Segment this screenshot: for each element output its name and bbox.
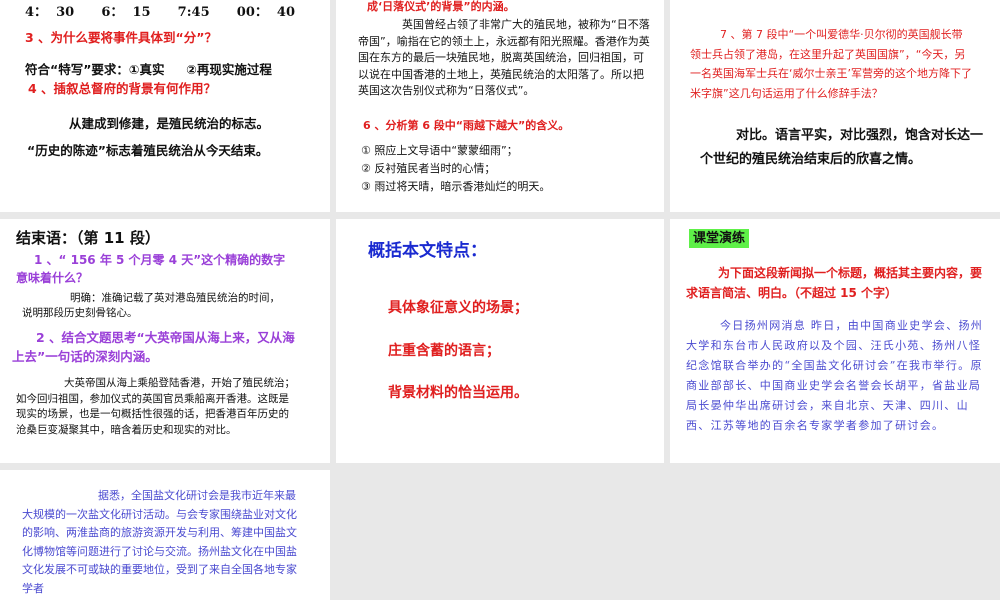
slide-title: 结束语：（第 11 段）: [16, 229, 160, 247]
question-7: 7 、第 7 段中“一个叫爱德华·贝尔彻的英国舰长带领士兵占领了港岛，在这里升起…: [690, 28, 972, 100]
feature-point: 背景材料的恰当运用。: [388, 385, 528, 401]
slide-title: 概括本文特点：: [368, 241, 487, 261]
question-6: 6 、分析第 6 段中“雨越下越大”的含义。: [363, 119, 570, 132]
question-tail: 成‘日落仪式’的背景”的内涵。: [367, 0, 515, 13]
question-4: 4 、插叙总督府的背景有何作用？: [28, 81, 217, 96]
answer-7: 对比。语言平实，对比强烈，饱含对长达一个世纪的殖民统治结束后的欣喜之情。: [700, 128, 984, 167]
answer-6-item: ③ 雨过将天晴，暗示香港灿烂的明天。: [361, 180, 551, 193]
answer-2: 大英帝国从海上乘船登陆香港，开始了殖民统治；如今回归祖国，参加仪式的英国官员乘船…: [16, 377, 295, 436]
slide-thumbnail-5[interactable]: 概括本文特点： 具体象征意义的场景； 庄重含蓄的语言； 背景材料的恰当运用。: [336, 219, 664, 463]
answer-3: 符合“特写”要求：①真实 ②再现实施过程: [25, 62, 272, 77]
question-3: 3 、为什么要将事件具体到“分”？: [25, 30, 217, 45]
news-paragraph: 今日扬州网消息 昨日，由中国商业史学会、扬州大学和东台市人民政府以及个园、汪氏小…: [686, 319, 984, 432]
answer-6-item: ① 照应上文导语中“蒙蒙细雨”；: [361, 144, 518, 157]
slide-thumbnail-2[interactable]: 成‘日落仪式’的背景”的内涵。 英国曾经占领了非常广大的殖民地，被称为“日不落帝…: [336, 0, 664, 212]
feature-point: 具体象征意义的场景；: [388, 300, 528, 316]
slide-thumbnail-6[interactable]: 课堂演练 为下面这段新闻拟一个标题，概括其主要内容，要求语言简洁、明白。（不超过…: [670, 219, 1000, 463]
slide-thumbnail-7[interactable]: 据悉，全国盐文化研讨会是我市近年来最大规模的一次盐文化研讨活动。与会专家围绕盐业…: [0, 470, 330, 600]
answer-6-item: ② 反衬殖民者当时的心情；: [361, 162, 496, 175]
slide-thumbnail-1[interactable]: 4： 30 6： 15 7:45 00： 40 3 、为什么要将事件具体到“分”…: [0, 0, 330, 212]
feature-point: 庄重含蓄的语言；: [388, 343, 500, 359]
exercise-badge: 课堂演练: [689, 229, 750, 248]
news-continued: 据悉，全国盐文化研讨会是我市近年来最大规模的一次盐文化研讨活动。与会专家围绕盐业…: [22, 489, 297, 595]
times-line: 4： 30 6： 15 7:45 00： 40: [25, 5, 296, 20]
answer-4-line1: 从建成到修建，是殖民统治的标志。: [69, 116, 270, 131]
answer-1: 明确：准确记载了英对港岛殖民统治的时间，说明那段历史刻骨铭心。: [22, 292, 280, 319]
question-1: 1 、“ 156 年 5 个月零 4 天”这个精确的数字意味着什么？: [16, 253, 286, 285]
slide-thumbnail-4[interactable]: 结束语：（第 11 段） 1 、“ 156 年 5 个月零 4 天”这个精确的数…: [0, 219, 330, 463]
question-2: 2 、结合文题思考“大英帝国从海上来，又从海上去”一句话的深刻内涵。: [12, 330, 295, 364]
answer-4-line2: “历史的陈迹”标志着殖民统治从今天结束。: [27, 143, 269, 158]
answer-paragraph: 英国曾经占领了非常广大的殖民地，被称为“日不落帝国”，喻指在它的领土上，永远都有…: [358, 18, 650, 97]
slide-thumbnail-3[interactable]: 7 、第 7 段中“一个叫爱德华·贝尔彻的英国舰长带领士兵占领了港岛，在这里升起…: [670, 0, 1000, 212]
exercise-task: 为下面这段新闻拟一个标题，概括其主要内容，要求语言简洁、明白。（不超过 15 个…: [686, 266, 983, 300]
